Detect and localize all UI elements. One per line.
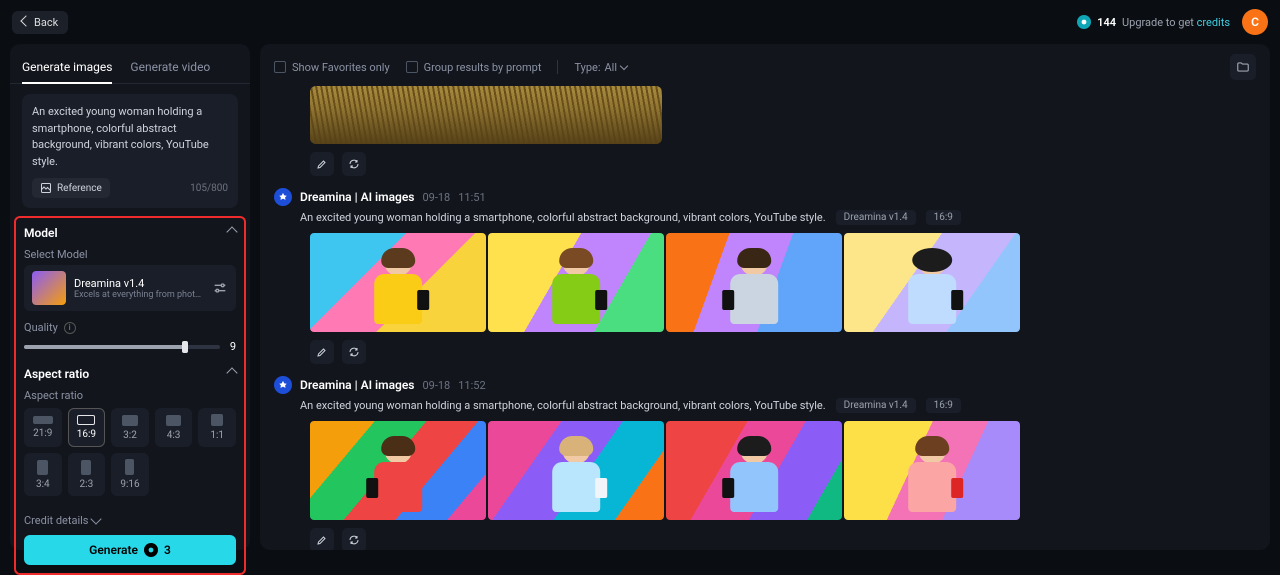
filter-group[interactable]: Group results by prompt bbox=[406, 61, 542, 74]
edit-button[interactable] bbox=[310, 152, 334, 176]
sidebar: Generate images Generate video An excite… bbox=[10, 44, 250, 550]
credits-chip[interactable]: 144 Upgrade to get credits bbox=[1077, 15, 1230, 29]
aspect-1-1[interactable]: 1:1 bbox=[198, 408, 236, 447]
upgrade-text: Upgrade to get credits bbox=[1122, 16, 1230, 29]
folder-icon bbox=[1236, 60, 1250, 74]
reference-icon bbox=[40, 182, 52, 194]
coin-icon bbox=[1077, 15, 1091, 29]
model-name: Dreamina v1.4 bbox=[74, 277, 204, 290]
quality-label: Quality bbox=[24, 321, 58, 334]
generate-button[interactable]: Generate 3 bbox=[24, 535, 236, 565]
result-thumbnail[interactable] bbox=[666, 421, 842, 520]
generation-prompt: An excited young woman holding a smartph… bbox=[300, 211, 826, 224]
aspect-16-9[interactable]: 16:9 bbox=[68, 408, 106, 447]
result-thumbnail[interactable] bbox=[844, 233, 1020, 332]
back-label: Back bbox=[34, 16, 58, 29]
tab-generate-images[interactable]: Generate images bbox=[22, 54, 112, 84]
regenerate-button[interactable] bbox=[342, 340, 366, 364]
checkbox-icon bbox=[406, 61, 418, 73]
generation-time: 11:51 bbox=[458, 191, 485, 204]
select-model-label: Select Model bbox=[24, 248, 236, 261]
result-thumbnail[interactable] bbox=[488, 233, 664, 332]
filter-type[interactable]: Type: All bbox=[574, 61, 627, 74]
avatar[interactable]: C bbox=[1242, 9, 1268, 35]
aspect-2-3[interactable]: 2:3 bbox=[68, 453, 106, 496]
ratio-pill: 16:9 bbox=[926, 210, 961, 225]
folder-button[interactable] bbox=[1230, 54, 1256, 80]
prompt-text: An excited young woman holding a smartph… bbox=[32, 104, 228, 170]
back-button[interactable]: Back bbox=[12, 11, 68, 34]
edit-button[interactable] bbox=[310, 340, 334, 364]
char-count: 105/800 bbox=[190, 183, 228, 194]
pencil-icon bbox=[316, 534, 328, 546]
aspect-3-2[interactable]: 3:2 bbox=[111, 408, 149, 447]
generation-date: 09-18 bbox=[422, 191, 450, 204]
generation-source: Dreamina | AI images bbox=[300, 378, 414, 392]
checkbox-icon bbox=[274, 61, 286, 73]
model-thumbnail bbox=[32, 271, 66, 305]
credit-count: 144 bbox=[1097, 16, 1116, 29]
source-avatar bbox=[274, 188, 292, 206]
result-thumbnail[interactable] bbox=[310, 233, 486, 332]
generation-date: 09-18 bbox=[422, 379, 450, 392]
aspect-21-9[interactable]: 21:9 bbox=[24, 408, 62, 447]
refresh-icon bbox=[348, 534, 360, 546]
generation-source: Dreamina | AI images bbox=[300, 190, 414, 204]
aspect-label: Aspect ratio bbox=[24, 389, 236, 402]
ratio-pill: 16:9 bbox=[926, 398, 961, 413]
aspect-9-16[interactable]: 9:16 bbox=[111, 453, 149, 496]
info-icon[interactable]: i bbox=[64, 322, 76, 334]
filter-favorites[interactable]: Show Favorites only bbox=[274, 61, 390, 74]
result-thumbnail[interactable] bbox=[844, 421, 1020, 520]
model-aspect-highlight-box: Model Select Model Dreamina v1.4 Excels … bbox=[14, 216, 246, 575]
result-thumbnail[interactable] bbox=[310, 421, 486, 520]
chevron-up-icon[interactable] bbox=[226, 226, 237, 237]
credit-details-toggle[interactable]: Credit details bbox=[24, 514, 236, 527]
quality-slider[interactable] bbox=[24, 345, 220, 349]
regenerate-button[interactable] bbox=[342, 528, 366, 550]
chevron-down-icon bbox=[620, 61, 628, 69]
result-image-cropped[interactable] bbox=[310, 86, 662, 144]
pencil-icon bbox=[316, 346, 328, 358]
refresh-icon bbox=[348, 346, 360, 358]
edit-button[interactable] bbox=[310, 528, 334, 550]
aspect-section-title: Aspect ratio bbox=[24, 367, 89, 381]
chevron-up-icon[interactable] bbox=[226, 367, 237, 378]
sliders-icon[interactable] bbox=[212, 280, 228, 296]
generation-time: 11:52 bbox=[458, 379, 485, 392]
model-pill: Dreamina v1.4 bbox=[836, 398, 916, 413]
result-thumbnail[interactable] bbox=[666, 233, 842, 332]
pencil-icon bbox=[316, 158, 328, 170]
quality-value: 9 bbox=[230, 340, 236, 353]
tab-generate-video[interactable]: Generate video bbox=[130, 54, 210, 83]
source-avatar bbox=[274, 376, 292, 394]
refresh-icon bbox=[348, 158, 360, 170]
prompt-input-area[interactable]: An excited young woman holding a smartph… bbox=[22, 94, 238, 208]
model-selector[interactable]: Dreamina v1.4 Excels at everything from … bbox=[24, 265, 236, 311]
model-section-title: Model bbox=[24, 226, 58, 240]
aspect-3-4[interactable]: 3:4 bbox=[24, 453, 62, 496]
aspect-4-3[interactable]: 4:3 bbox=[155, 408, 193, 447]
regenerate-button[interactable] bbox=[342, 152, 366, 176]
model-pill: Dreamina v1.4 bbox=[836, 210, 916, 225]
model-desc: Excels at everything from photoreali… bbox=[74, 290, 204, 300]
coin-icon bbox=[144, 543, 158, 557]
chevron-left-icon bbox=[20, 15, 31, 26]
reference-button[interactable]: Reference bbox=[32, 178, 110, 198]
generation-prompt: An excited young woman holding a smartph… bbox=[300, 399, 826, 412]
results-panel: Show Favorites only Group results by pro… bbox=[260, 44, 1270, 550]
result-thumbnail[interactable] bbox=[488, 421, 664, 520]
